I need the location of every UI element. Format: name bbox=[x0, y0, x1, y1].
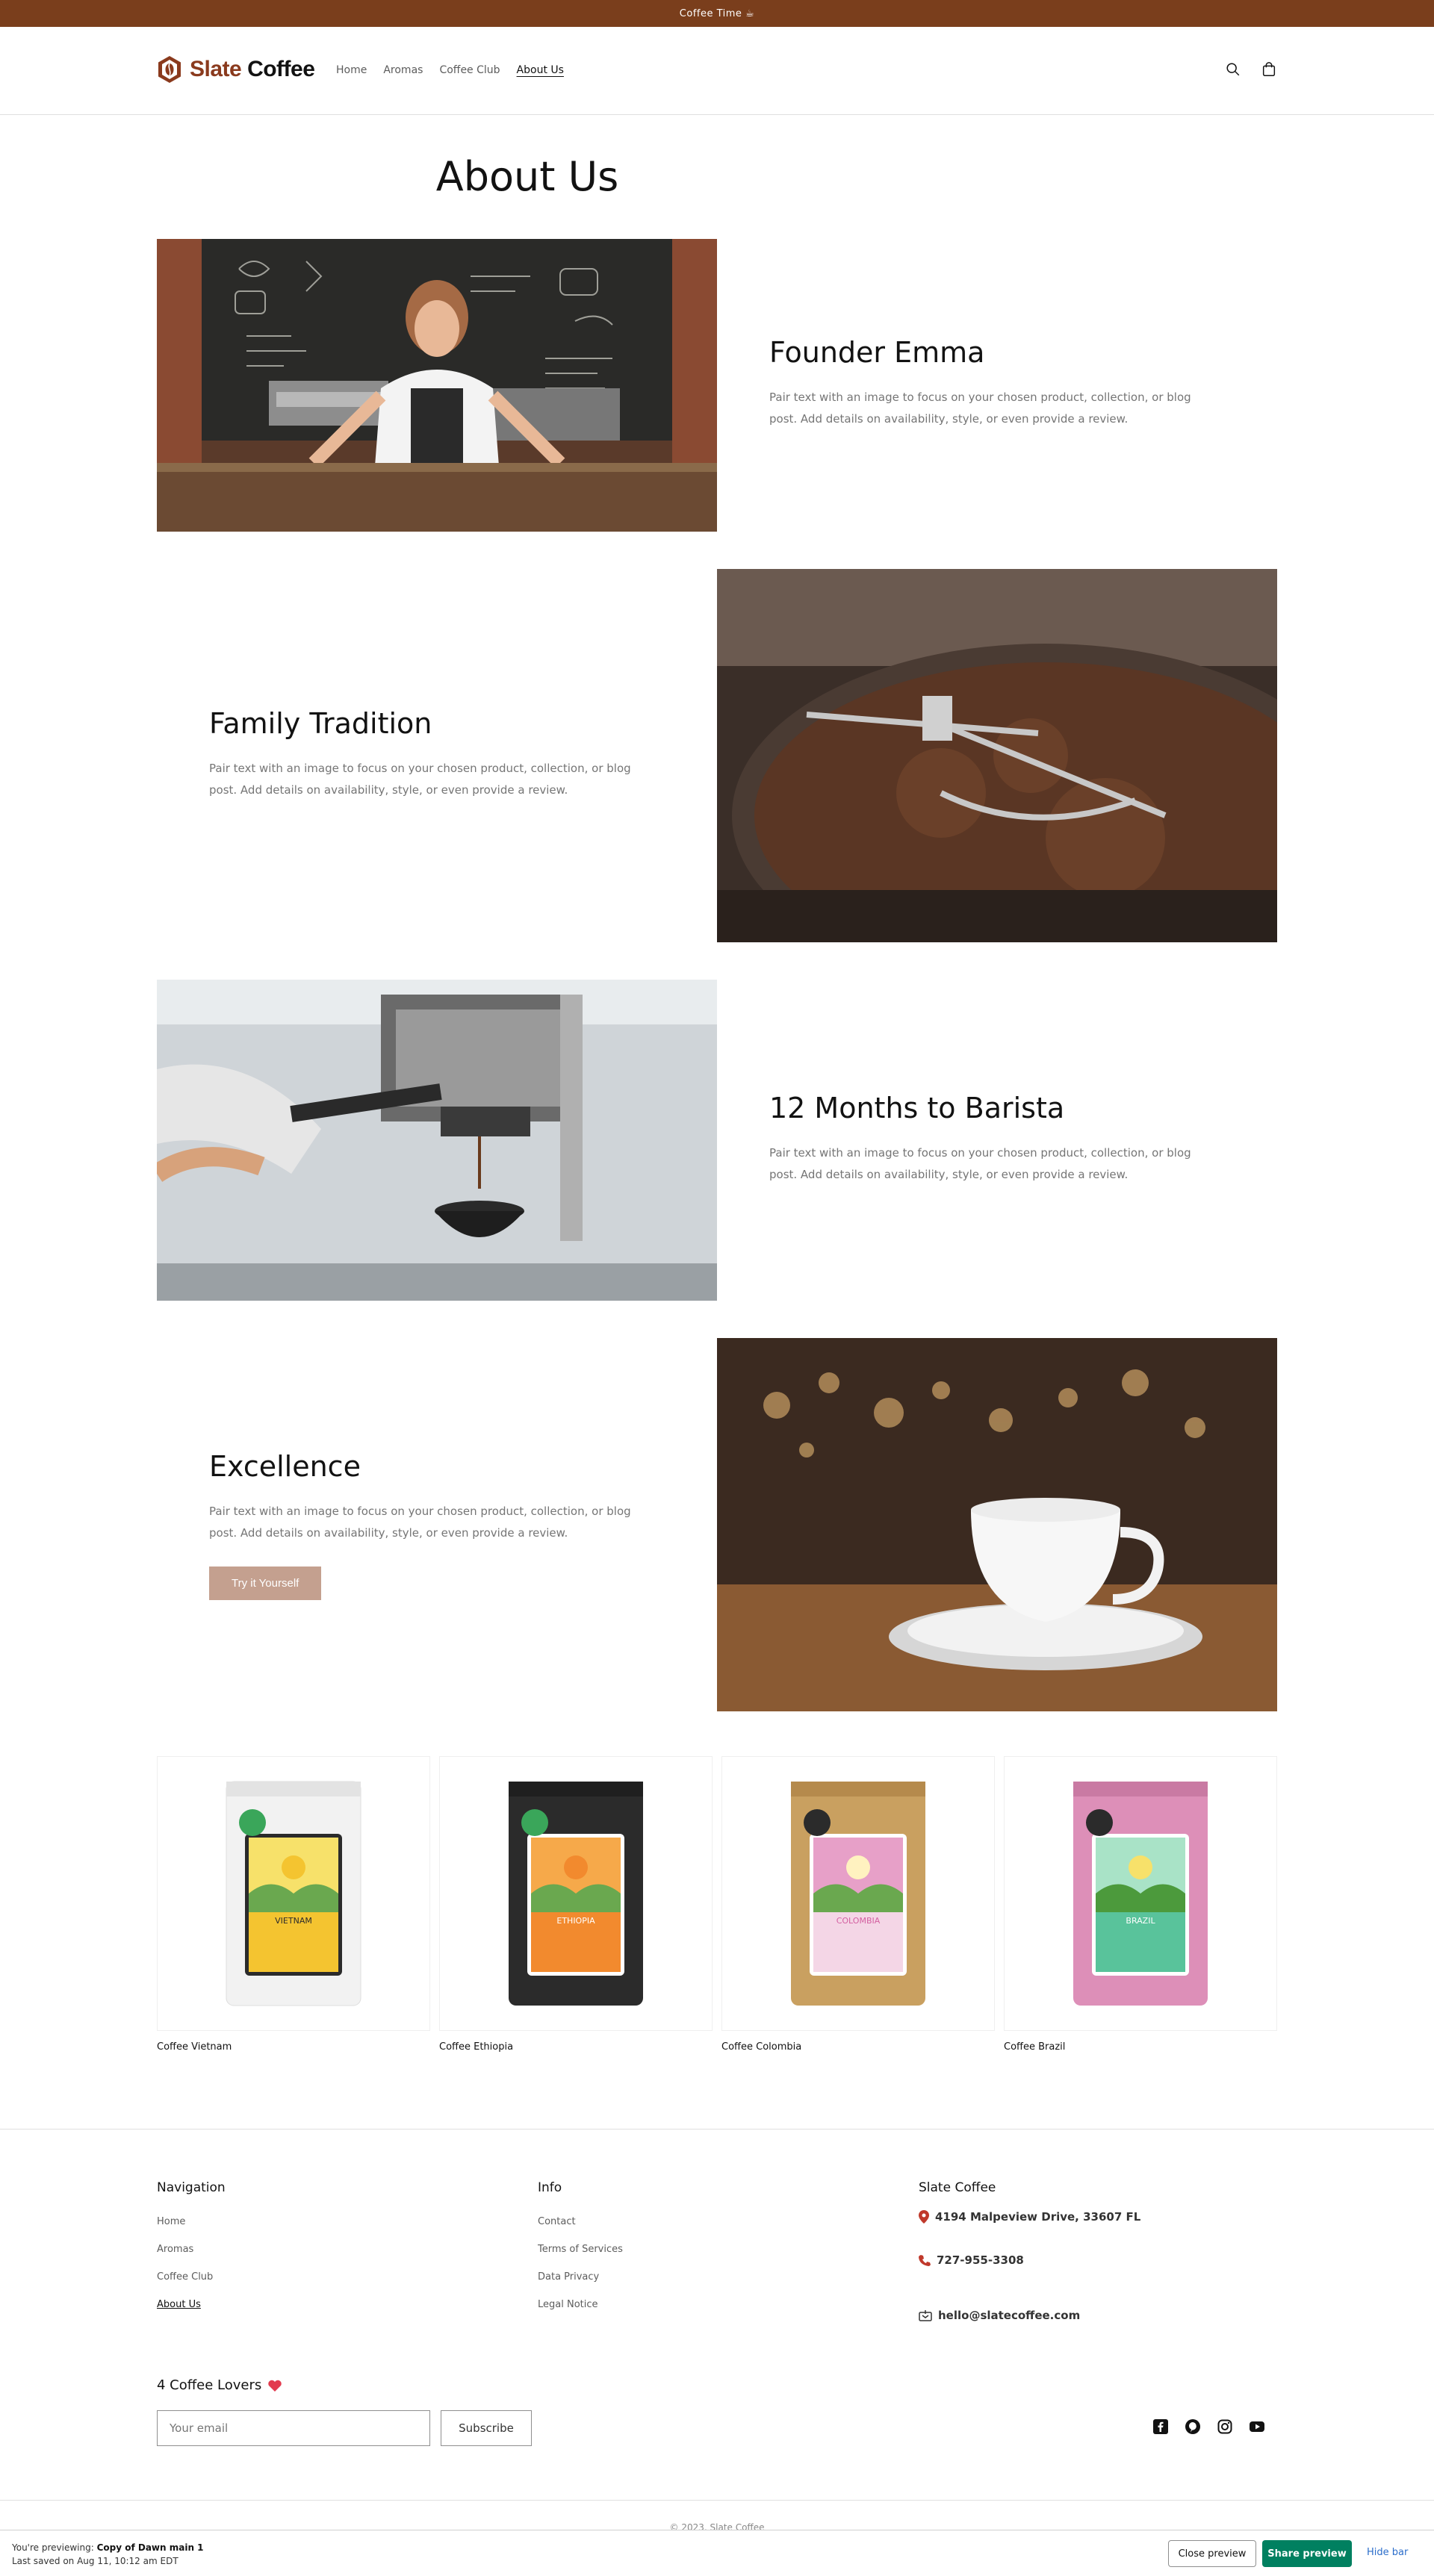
close-preview-button[interactable]: Close preview bbox=[1168, 2540, 1256, 2567]
footer-link-home[interactable]: Home bbox=[157, 2216, 226, 2227]
product-image: ETHIOPIA bbox=[439, 1756, 713, 2031]
nav-aromas[interactable]: Aromas bbox=[383, 64, 423, 76]
coffee-roaster-photo bbox=[717, 569, 1277, 942]
footer-link-about-us[interactable]: About Us bbox=[157, 2299, 226, 2310]
subscribe-button[interactable]: Subscribe bbox=[441, 2410, 532, 2446]
map-pin-icon bbox=[919, 2210, 929, 2224]
preview-info: You're previewing: Copy of Dawn main 1 L… bbox=[12, 2541, 204, 2568]
product-title[interactable]: Coffee Vietnam bbox=[157, 2041, 430, 2053]
heart-icon bbox=[268, 2380, 282, 2392]
footer-phone[interactable]: 727-955-3308 bbox=[919, 2253, 1140, 2267]
coffee-cup-photo bbox=[717, 1338, 1277, 1711]
section-family-tradition: Family Tradition Pair text with an image… bbox=[157, 569, 1277, 942]
section-founder: Founder Emma Pair text with an image to … bbox=[157, 239, 1277, 532]
nav-home[interactable]: Home bbox=[336, 64, 367, 76]
address-text: 4194 Malpeview Drive, 33607 FL bbox=[935, 2210, 1141, 2224]
preview-prefix: You're previewing: bbox=[12, 2542, 94, 2553]
footer-link-coffee-club[interactable]: Coffee Club bbox=[157, 2271, 226, 2283]
product-title[interactable]: Coffee Brazil bbox=[1004, 2041, 1277, 2053]
section-body: Pair text with an image to focus on your… bbox=[769, 1146, 1191, 1181]
nav-coffee-club[interactable]: Coffee Club bbox=[439, 64, 500, 76]
bag-label: BRAZIL bbox=[1126, 1916, 1155, 1926]
logo[interactable]: Slate Coffee bbox=[157, 55, 315, 84]
product-card[interactable]: VIETNAM Coffee Vietnam bbox=[157, 1756, 430, 2053]
main-nav: Home Aromas Coffee Club About Us bbox=[336, 64, 564, 76]
bag-label: ETHIOPIA bbox=[556, 1916, 595, 1926]
product-card[interactable]: ETHIOPIA Coffee Ethiopia bbox=[439, 1756, 713, 2053]
facebook-icon[interactable] bbox=[1153, 2419, 1168, 2434]
product-card[interactable]: COLOMBIA Coffee Colombia bbox=[721, 1756, 995, 2053]
bag-label: VIETNAM bbox=[275, 1916, 312, 1926]
footer-link-aromas[interactable]: Aromas bbox=[157, 2244, 226, 2255]
phone-text: 727-955-3308 bbox=[937, 2253, 1024, 2267]
logo-text: Slate Coffee bbox=[190, 57, 315, 82]
try-it-yourself-button[interactable]: Try it Yourself bbox=[209, 1567, 322, 1600]
preview-saved: Last saved on Aug 11, 10:12 am EDT bbox=[12, 2556, 179, 2566]
footer-link-terms[interactable]: Terms of Services bbox=[538, 2244, 623, 2255]
bag-label: COLOMBIA bbox=[836, 1916, 881, 1926]
footer-address: 4194 Malpeview Drive, 33607 FL bbox=[919, 2210, 1140, 2224]
footer-link-privacy[interactable]: Data Privacy bbox=[538, 2271, 623, 2283]
site-header: Slate Coffee Home Aromas Coffee Club Abo… bbox=[0, 27, 1434, 115]
header-actions bbox=[1225, 61, 1279, 79]
footer-divider-bottom bbox=[0, 2500, 1434, 2501]
newsletter-heading: 4 Coffee Lovers bbox=[157, 2377, 282, 2393]
newsletter-email-input[interactable] bbox=[157, 2410, 430, 2446]
share-preview-button[interactable]: Share preview bbox=[1262, 2540, 1352, 2567]
phone-icon bbox=[919, 2255, 931, 2266]
footer-info: Info Contact Terms of Services Data Priv… bbox=[538, 2180, 623, 2327]
footer-heading: Navigation bbox=[157, 2180, 226, 2195]
family-text: Family Tradition Pair text with an image… bbox=[209, 707, 769, 801]
espresso-machine-photo bbox=[157, 980, 717, 1301]
barista-woman-photo bbox=[157, 239, 717, 532]
theme-preview-bar: You're previewing: Copy of Dawn main 1 L… bbox=[0, 2530, 1434, 2576]
section-barista: 12 Months to Barista Pair text with an i… bbox=[157, 980, 1277, 1301]
excellence-text: Excellence Pair text with an image to fo… bbox=[209, 1450, 769, 1600]
newsletter-title: 4 Coffee Lovers bbox=[157, 2377, 262, 2393]
hide-bar-link[interactable]: Hide bar bbox=[1367, 2547, 1408, 2558]
logo-hexagon-icon bbox=[158, 56, 181, 83]
section-heading: Excellence bbox=[209, 1450, 361, 1483]
footer-navigation: Navigation Home Aromas Coffee Club About… bbox=[157, 2180, 226, 2327]
footer-link-contact[interactable]: Contact bbox=[538, 2216, 623, 2227]
product-grid: VIETNAM Coffee Vietnam ETHIOPIA Coffee E… bbox=[157, 1756, 1277, 2053]
product-title[interactable]: Coffee Colombia bbox=[721, 2041, 995, 2053]
nav-about-us[interactable]: About Us bbox=[517, 64, 564, 76]
inbox-icon bbox=[919, 2310, 932, 2321]
footer-email[interactable]: hello@slatecoffee.com bbox=[919, 2309, 1140, 2322]
footer-link-legal[interactable]: Legal Notice bbox=[538, 2299, 623, 2310]
section-body: Pair text with an image to focus on your… bbox=[209, 762, 631, 797]
product-title[interactable]: Coffee Ethiopia bbox=[439, 2041, 713, 2053]
announcement-bar: Coffee Time ☕ bbox=[0, 0, 1434, 27]
section-heading: Family Tradition bbox=[209, 707, 432, 740]
page-title: About Us bbox=[435, 153, 619, 200]
section-excellence: Excellence Pair text with an image to fo… bbox=[157, 1338, 1277, 1711]
email-text: hello@slatecoffee.com bbox=[938, 2309, 1081, 2322]
youtube-icon[interactable] bbox=[1250, 2419, 1264, 2434]
founder-text: Founder Emma Pair text with an image to … bbox=[769, 336, 1329, 430]
section-heading: Founder Emma bbox=[769, 336, 985, 369]
social-links bbox=[1153, 2419, 1264, 2434]
preview-theme-name: Copy of Dawn main 1 bbox=[96, 2542, 204, 2553]
search-icon[interactable] bbox=[1225, 61, 1243, 79]
product-image: BRAZIL bbox=[1004, 1756, 1277, 2031]
logo-word-coffee: Coffee bbox=[247, 57, 315, 81]
section-heading: 12 Months to Barista bbox=[769, 1092, 1065, 1124]
footer-heading: Info bbox=[538, 2180, 562, 2195]
announcement-text: Coffee Time ☕ bbox=[679, 7, 755, 19]
logo-word-slate: Slate bbox=[190, 57, 242, 81]
cart-icon[interactable] bbox=[1261, 61, 1279, 79]
footer-heading: Slate Coffee bbox=[919, 2180, 996, 2195]
product-image: VIETNAM bbox=[157, 1756, 430, 2031]
product-image: COLOMBIA bbox=[721, 1756, 995, 2031]
section-body: Pair text with an image to focus on your… bbox=[769, 391, 1191, 426]
section-body: Pair text with an image to focus on your… bbox=[209, 1505, 631, 1540]
instagram-icon[interactable] bbox=[1217, 2419, 1232, 2434]
barista-text: 12 Months to Barista Pair text with an i… bbox=[769, 1092, 1329, 1186]
footer-contact: Slate Coffee 4194 Malpeview Drive, 33607… bbox=[919, 2180, 1140, 2322]
product-card[interactable]: BRAZIL Coffee Brazil bbox=[1004, 1756, 1277, 2053]
pinterest-icon[interactable] bbox=[1185, 2419, 1200, 2434]
